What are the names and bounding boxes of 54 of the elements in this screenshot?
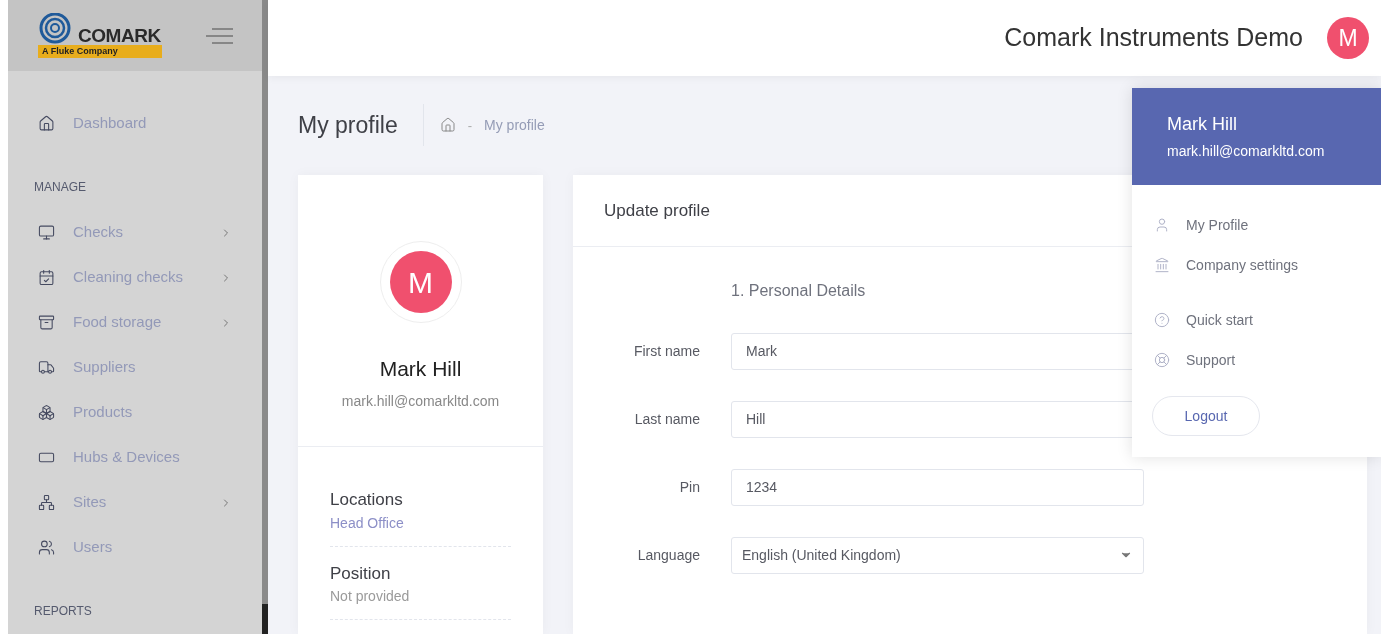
section-heading: 1. Personal Details [731,282,866,299]
help-icon [1154,312,1170,328]
cabinet-icon [38,314,55,331]
menu-icon[interactable] [206,26,234,45]
detail-label: Locations [330,489,404,511]
network-icon [38,494,55,511]
menu-item[interactable]: Quick start [1154,300,1381,340]
field-label: Pin [678,477,700,497]
home-icon[interactable] [439,117,456,134]
brand-name: COMARK [78,26,161,45]
sidebar-item[interactable]: Suppliers [8,345,262,390]
lifebuoy-icon [1154,352,1170,368]
brand-tagline: A Fluke Company [38,45,162,58]
profile-email: mark.hill@comarkltd.com [341,391,500,411]
sidebar-item[interactable]: Cleaning checks [8,255,262,300]
user-icon [1154,217,1170,233]
avatar[interactable]: M [1327,16,1369,59]
home-icon [38,115,55,132]
boxes-icon [38,404,55,421]
menu-item[interactable]: My Profile [1154,205,1381,245]
monitor-icon [38,224,55,241]
sidebar-item[interactable]: Products [8,390,262,435]
user-name: Mark Hill [1167,113,1238,136]
detail-value: Not provided [330,587,411,606]
avatar: M [389,251,452,313]
card-title: Update profile [604,199,710,222]
section-heading: REPORTS [34,604,92,618]
users-icon [38,539,55,556]
menu-item[interactable]: Support [1154,340,1381,380]
section-heading: MANAGE [34,180,86,194]
sidebar-item[interactable]: Users [8,525,262,570]
sidebar-item[interactable]: Hubs & Devices [8,435,262,480]
field-label: Language [636,545,700,565]
truck-icon [38,359,55,376]
field-label: Last name [633,409,700,429]
company-name: Comark Instruments Demo [1004,22,1303,54]
breadcrumb-link[interactable]: My profile [484,114,545,136]
detail-label: Position [330,562,392,585]
sidebar-item[interactable]: Checks [8,210,262,255]
user-email: mark.hill@comarkltd.com [1167,142,1326,161]
bank-icon [1154,257,1170,273]
language-select[interactable]: English (United Kingdom) [731,536,1144,574]
breadcrumb-separator: - [467,116,473,135]
sidebar-item[interactable]: Dashboard [8,101,262,146]
page-title: My profile [298,111,399,141]
input-field[interactable]: 1234 [731,468,1144,506]
sidebar-item[interactable]: Food storage [8,300,262,345]
sidebar-item[interactable]: Sites [8,480,262,525]
calendar-check-icon [38,269,55,286]
profile-name: Mark Hill [379,356,462,382]
detail-value[interactable]: Head Office [330,512,511,534]
menu-item[interactable]: Company settings [1154,245,1381,285]
scrollbar[interactable] [262,0,268,634]
field-label: First name [632,341,700,361]
